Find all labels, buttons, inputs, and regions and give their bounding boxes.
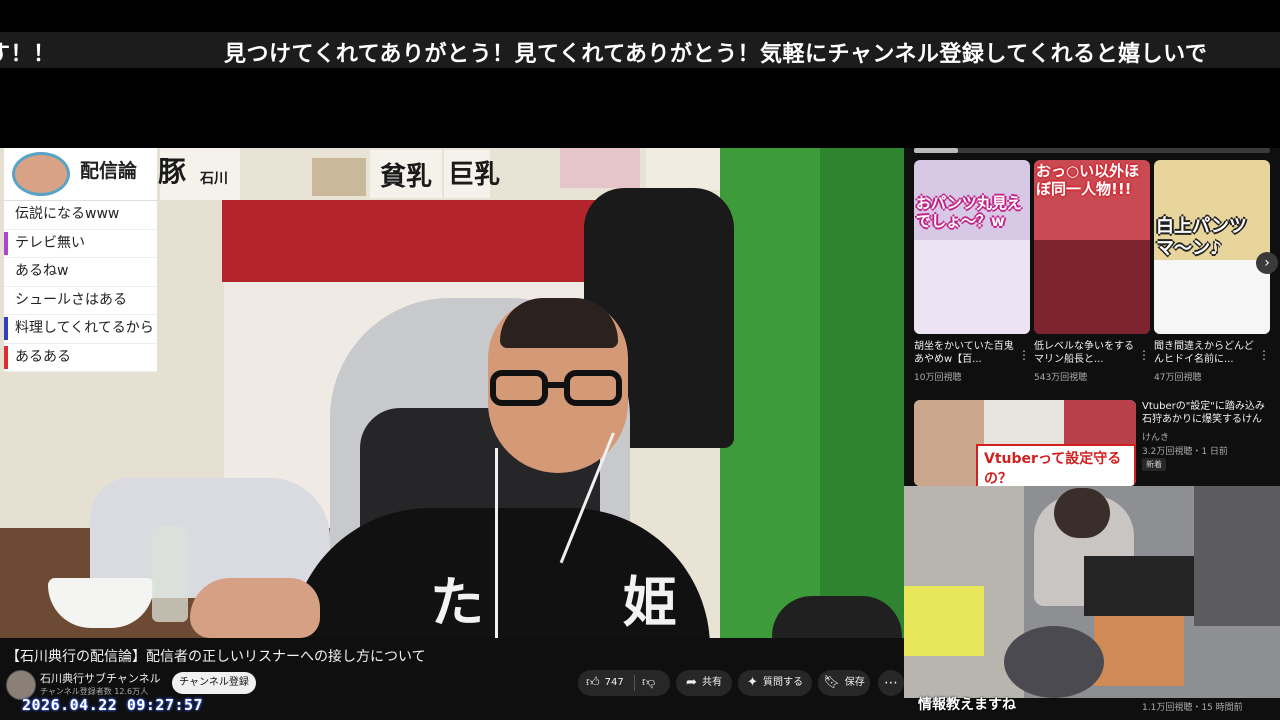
share-label: 共有	[701, 677, 722, 688]
microphone	[772, 596, 902, 638]
chat-title: 配信論	[80, 160, 138, 182]
pip-yellow-bag	[904, 586, 984, 656]
streamer-hair	[500, 298, 618, 348]
glasses-lens-right	[564, 370, 622, 406]
poster-text: 石川	[200, 171, 228, 187]
thanks-button[interactable]: ✦ 質問する	[738, 670, 812, 696]
ticker-text-start: す！！	[0, 41, 56, 67]
divider	[634, 675, 635, 691]
chat-message: 料理してくれてるから	[4, 315, 157, 344]
thanks-label: 質問する	[762, 677, 803, 688]
thumb-art	[1154, 260, 1270, 334]
video-title: 【石川典行の配信論】配信者の正しいリスナーへの接し方について	[6, 649, 426, 665]
kebab-menu-icon[interactable]: ⋮	[1258, 348, 1270, 362]
short-thumbnail[interactable]: おパンツ丸見えでしょ〜？w	[914, 160, 1030, 334]
thumbs-down-icon: 👎︎	[642, 675, 656, 690]
sparkle-icon: ✦	[747, 675, 758, 690]
video-thumbnail[interactable]: Vtuberって設定守るの？	[914, 400, 1136, 486]
pip-clothes	[1084, 556, 1194, 616]
pip-coat	[1194, 486, 1280, 626]
shorts-card[interactable]: おっ○い以外ほぼ同一人物!!! 低レベルな争いをするマリン船長と... 543万…	[1034, 160, 1150, 383]
indicator-active	[914, 148, 958, 153]
next-recommendation[interactable]: 情報教えますね 1.1万回視聴・15 時間前	[904, 697, 1280, 720]
video-thumb-caption: Vtuberって設定守るの？	[976, 444, 1136, 486]
picture-in-picture-video[interactable]	[904, 486, 1280, 698]
short-thumb-caption: おっ○い以外ほぼ同一人物!!!	[1036, 162, 1140, 198]
thumb-art	[914, 240, 1030, 334]
pip-round-object	[1004, 626, 1104, 698]
glasses-lens-left	[490, 370, 548, 406]
photo-frame	[312, 158, 366, 196]
short-thumb-caption: 白上パンツマ〜ン♪	[1156, 216, 1247, 259]
dislike-button[interactable]: 👎︎	[642, 670, 660, 696]
chat-header: 配信論	[4, 148, 157, 201]
like-dislike-group: 👍︎ 747 👎︎	[578, 670, 670, 696]
chat-message: あるねw	[4, 258, 157, 287]
thumb-caption: 情報教えますね	[918, 697, 1016, 713]
recommended-video[interactable]: Vtuberって設定守るの？ Vtuberの"設定"に踏み込み石狩あかりに爆笑す…	[914, 400, 1270, 486]
short-views: 543万回視聴	[1034, 373, 1088, 383]
short-title[interactable]: 聞き間違えからどんどんヒドイ名前に...	[1154, 340, 1270, 366]
kebab-menu-icon[interactable]: ⋮	[1018, 348, 1030, 362]
short-views: 47万回視聴	[1154, 373, 1202, 383]
kebab-menu-icon[interactable]: ⋮	[1138, 348, 1150, 362]
chat-message: テレビ無い	[4, 230, 157, 258]
share-icon: ➦	[686, 675, 697, 690]
short-title[interactable]: 低レベルな争いをするマリン船長と...	[1034, 340, 1150, 366]
chat-message: シュールさはある	[4, 287, 157, 315]
poster-text: 貧乳	[380, 162, 433, 192]
short-thumbnail[interactable]: 白上パンツマ〜ン♪	[1154, 160, 1270, 334]
thumb-face	[914, 400, 984, 486]
thumb-art	[1034, 240, 1150, 334]
glasses-bridge	[546, 382, 566, 388]
glasses	[490, 370, 624, 406]
bookmark-icon: 🔖︎	[823, 675, 840, 690]
channel-name[interactable]: 石川典行サブチャンネル	[40, 670, 161, 686]
chat-overlay: 配信論 伝説になるwww テレビ無い あるねw シュールさはある 料理してくれて…	[4, 148, 157, 372]
thumbs-up-icon: 👍︎	[586, 675, 600, 690]
shirt-print: た 姫	[430, 570, 737, 634]
poster	[560, 148, 640, 188]
recommendations-sidebar: おパンツ丸見えでしょ〜？w 胡坐をかいていた百鬼あやめw【百... 10万回視聴…	[904, 148, 1280, 488]
shorts-card[interactable]: おパンツ丸見えでしょ〜？w 胡坐をかいていた百鬼あやめw【百... 10万回視聴…	[914, 160, 1030, 383]
short-title[interactable]: 胡坐をかいていた百鬼あやめw【百...	[914, 340, 1030, 366]
video-views: 1.1万回視聴・15 時間前	[1142, 703, 1243, 713]
chevron-right-icon[interactable]: ›	[1256, 252, 1278, 274]
short-thumbnail[interactable]: おっ○い以外ほぼ同一人物!!!	[1034, 160, 1150, 334]
video-title-link[interactable]: Vtuberの"設定"に踏み込み石狩あかりに爆笑するけんき(メ...	[1142, 400, 1270, 426]
like-button[interactable]: 👍︎ 747	[586, 670, 624, 696]
video-channel[interactable]: けんき	[1142, 430, 1169, 443]
subscribe-button[interactable]: チャンネル登録	[172, 672, 256, 694]
shorts-card[interactable]: 白上パンツマ〜ン♪ 聞き間違えからどんどんヒドイ名前に... 47万回視聴 ⋮	[1154, 160, 1270, 383]
new-badge: 新着	[1142, 458, 1166, 471]
shorts-shelf-indicator	[914, 148, 1270, 153]
like-count: 747	[604, 677, 624, 688]
green-screen-shade	[820, 148, 904, 638]
save-label: 保存	[844, 677, 865, 688]
streamer-hand	[190, 578, 320, 638]
timestamp-overlay: 2026.04.22 09:27:57	[22, 696, 204, 714]
poster-text: 巨乳	[448, 160, 501, 190]
more-actions-button[interactable]: ⋯	[878, 670, 904, 696]
chat-avatar	[12, 152, 70, 196]
chat-message: あるある	[4, 344, 157, 372]
short-thumb-caption: おパンツ丸見えでしょ〜？w	[916, 194, 1022, 230]
earphone-cable	[495, 448, 498, 638]
short-views: 10万回視聴	[914, 373, 962, 383]
save-button[interactable]: 🔖︎ 保存	[818, 670, 870, 696]
share-button[interactable]: ➦ 共有	[676, 670, 732, 696]
bottle	[152, 526, 188, 622]
chat-message: 伝説になるwww	[4, 201, 157, 230]
poster-text: 豚	[158, 155, 187, 188]
pip-orange-cloth	[1094, 616, 1184, 686]
ticker-text-main: 見つけてくれてありがとう！見てくれてありがとう！気軽にチャンネル登録してくれると…	[224, 41, 1208, 67]
video-views: 3.2万回視聴・1 日前	[1142, 447, 1228, 457]
video-meta: 【石川典行の配信論】配信者の正しいリスナーへの接し方について 石川典行サブチャン…	[0, 638, 904, 720]
scrolling-ticker: す！！ 見つけてくれてありがとう！見てくれてありがとう！気軽にチャンネル登録して…	[0, 32, 1280, 68]
pip-hair	[1054, 488, 1110, 538]
